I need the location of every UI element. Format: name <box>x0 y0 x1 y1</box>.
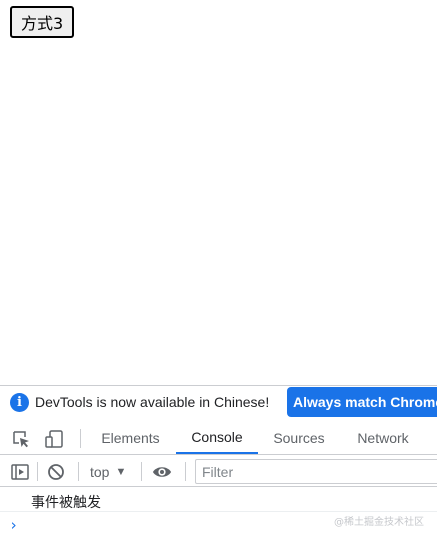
filter-input[interactable] <box>195 459 437 484</box>
infobar-message: DevTools is now available in Chinese! <box>35 394 270 410</box>
info-icon: i <box>10 393 29 412</box>
console-log-entry: 事件被触发 <box>0 489 437 512</box>
watermark: @稀土掘金技术社区 <box>334 517 424 528</box>
toolbar-separator <box>141 462 142 481</box>
context-selector[interactable]: top ▼ <box>90 462 126 482</box>
always-match-chrome-button[interactable]: Always match Chrome <box>287 387 437 417</box>
inspect-element-icon[interactable] <box>11 429 31 449</box>
language-infobar: i DevTools is now available in Chinese! … <box>0 386 437 420</box>
devtools-tabbar: Elements Console Sources Network <box>0 422 437 455</box>
console-toolbar: top ▼ <box>0 456 437 487</box>
toolbar-separator <box>185 462 186 481</box>
tab-network[interactable]: Network <box>344 422 422 454</box>
chevron-right-icon: › <box>9 516 19 534</box>
devtools-panel: i DevTools is now available in Chinese! … <box>0 385 437 537</box>
log-message: 事件被触发 <box>31 495 101 511</box>
clear-console-icon[interactable] <box>46 462 66 482</box>
tab-elements[interactable]: Elements <box>90 422 171 454</box>
eye-icon[interactable] <box>152 462 172 482</box>
caret-down-icon: ▼ <box>115 466 127 478</box>
toolbar-separator <box>37 462 38 481</box>
toolbar-separator <box>78 462 79 481</box>
device-toolbar-icon[interactable] <box>44 429 64 449</box>
context-label: top <box>90 464 110 480</box>
tab-sources[interactable]: Sources <box>262 422 336 454</box>
tab-console[interactable]: Console <box>176 422 258 454</box>
sidebar-toggle-icon[interactable] <box>10 462 30 482</box>
method-3-button[interactable]: 方式3 <box>10 6 75 38</box>
tabbar-separator <box>80 429 81 448</box>
page-viewport: 方式3 <box>0 0 437 385</box>
console-prompt[interactable]: › @稀土掘金技术社区 <box>0 513 437 537</box>
